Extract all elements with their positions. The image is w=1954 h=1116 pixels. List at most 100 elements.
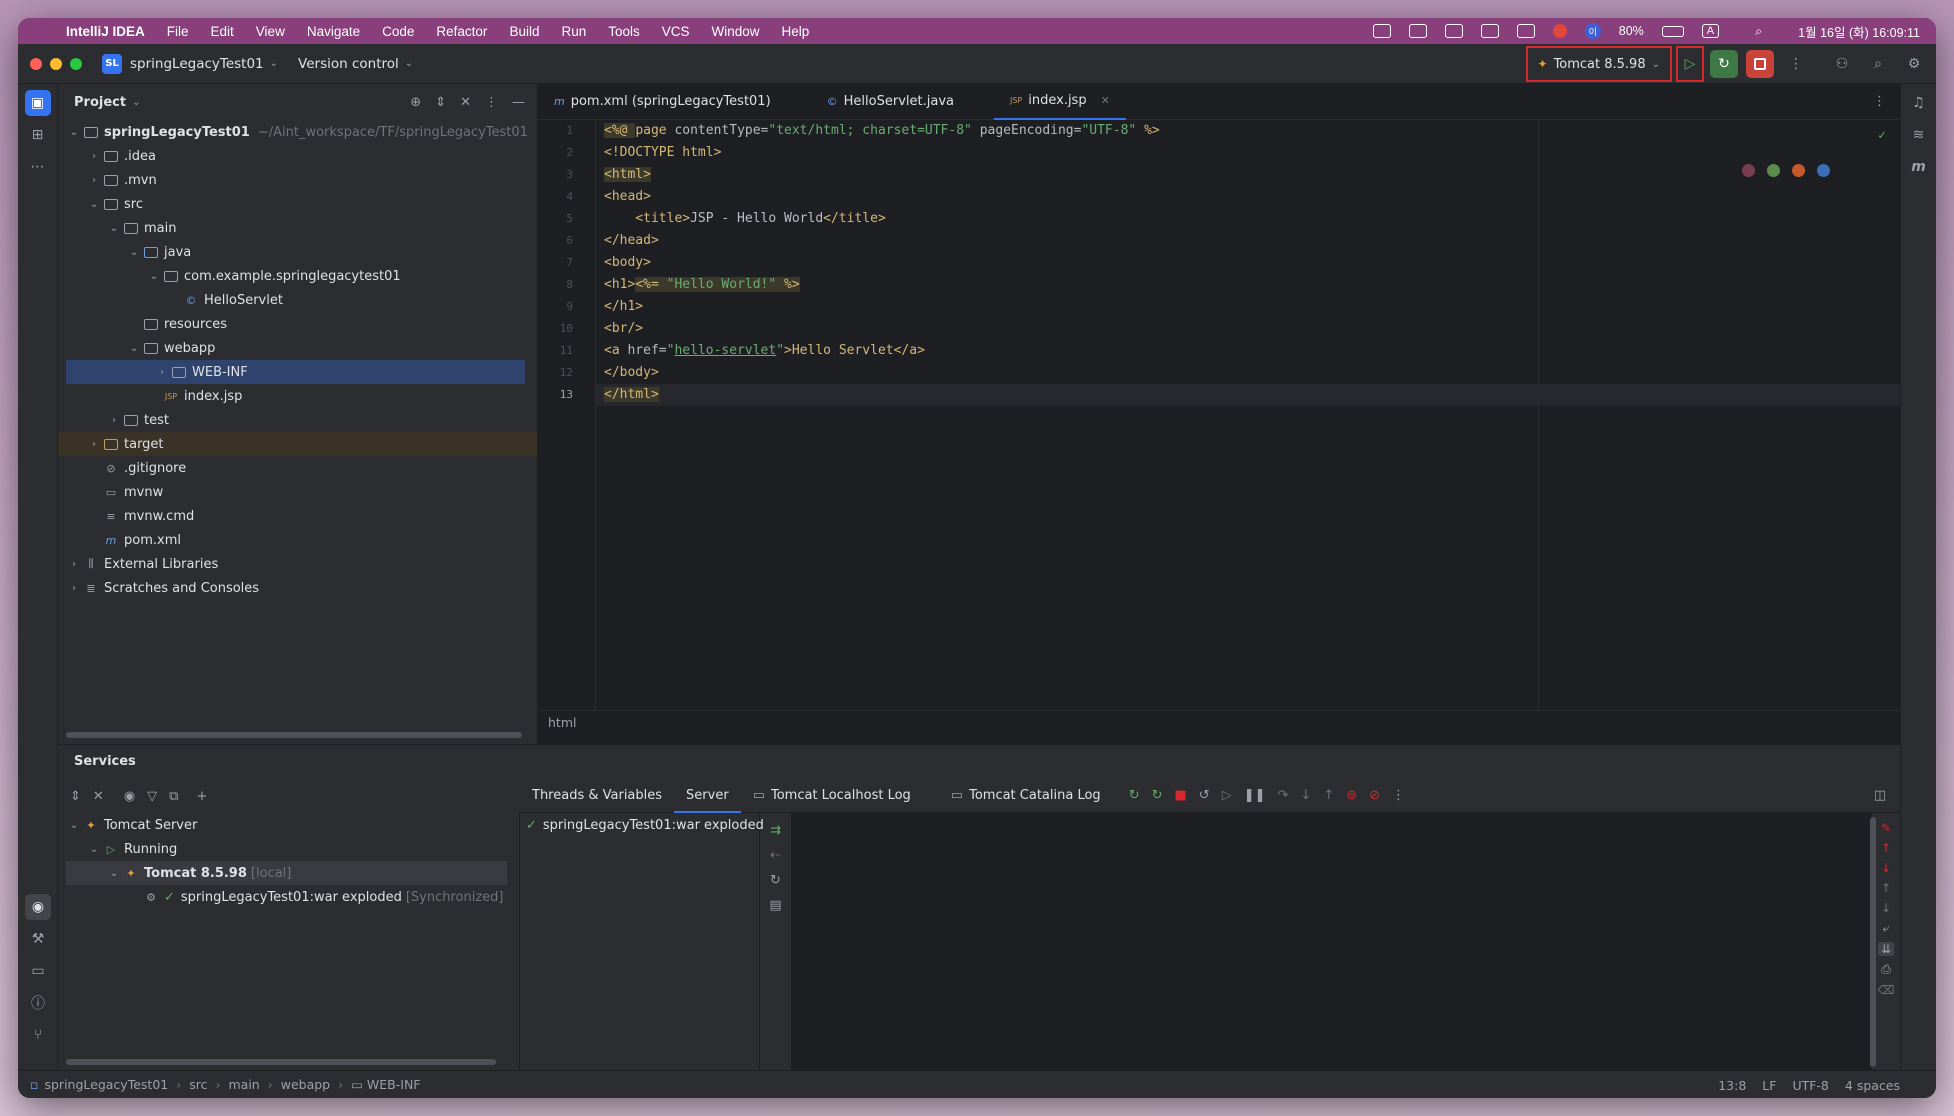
menu-edit[interactable]: Edit bbox=[211, 24, 234, 39]
database-tool-button[interactable]: ≋ bbox=[1906, 122, 1932, 148]
menu-app[interactable]: IntelliJ IDEA bbox=[66, 24, 145, 39]
tab-pom[interactable]: m pom.xml (springLegacyTest01) bbox=[538, 84, 787, 120]
menu-window[interactable]: Window bbox=[712, 24, 760, 39]
cast-icon[interactable] bbox=[1516, 24, 1535, 38]
stop-button[interactable] bbox=[1746, 50, 1774, 78]
tree-item-root[interactable]: ⌄ springLegacyTest01 ~/Aint_workspace/TF… bbox=[58, 120, 537, 144]
chevron-right-icon[interactable]: › bbox=[154, 367, 170, 378]
project-selector[interactable]: springLegacyTest01 bbox=[130, 56, 264, 72]
problems-tool-button[interactable]: ⓘ bbox=[25, 990, 51, 1016]
tree-item-external-libraries[interactable]: › ⫼ External Libraries bbox=[58, 552, 537, 576]
resume-icon[interactable]: ▷ bbox=[1222, 788, 1232, 803]
file-encoding[interactable]: UTF-8 bbox=[1792, 1078, 1828, 1093]
update-app-button[interactable]: ↻ bbox=[1710, 50, 1738, 78]
git-tool-button[interactable]: ⑂ bbox=[25, 1022, 51, 1048]
structure-tool-button[interactable]: ⊞ bbox=[25, 122, 51, 148]
more-tools-button[interactable]: ⋯ bbox=[25, 154, 51, 180]
tree-item-mvnw[interactable]: ▭ mvnw bbox=[58, 480, 537, 504]
print-icon[interactable]: ⎙ bbox=[1881, 962, 1891, 977]
tab-index-jsp[interactable]: JSP index.jsp ✕ bbox=[993, 84, 1126, 120]
tree-item-gitignore[interactable]: ⊘ .gitignore bbox=[58, 456, 537, 480]
tree-item-mvnwcmd[interactable]: ≡ mvnw.cmd bbox=[58, 504, 537, 528]
status-path-4[interactable]: WEB-INF bbox=[367, 1077, 421, 1092]
code-editor[interactable]: 1 2 3 4 5 6 7 8 9 10 11 12 13 <%@ page c… bbox=[538, 120, 1900, 710]
indent-setting[interactable]: 4 spaces bbox=[1845, 1078, 1900, 1093]
build-tool-button[interactable]: ⚒ bbox=[25, 926, 51, 952]
tab-localhost-log[interactable]: ▭ Tomcat Localhost Log bbox=[741, 779, 923, 813]
intellij-browser-icon[interactable] bbox=[1742, 164, 1755, 177]
inspection-ok-icon[interactable]: ✓ bbox=[1878, 128, 1886, 143]
tree-item-webinf[interactable]: › WEB-INF bbox=[66, 360, 525, 384]
terminal-tool-button[interactable]: ▭ bbox=[25, 958, 51, 984]
eye-icon[interactable]: ◉ bbox=[124, 789, 135, 804]
chevron-down-icon[interactable]: ⌄ bbox=[126, 247, 142, 258]
calendar-icon[interactable] bbox=[1408, 24, 1427, 38]
chevron-right-icon[interactable]: › bbox=[66, 583, 82, 594]
project-badge[interactable]: SL bbox=[102, 53, 122, 74]
clear-console-icon[interactable]: ✎ bbox=[1881, 821, 1891, 835]
tree-item-idea[interactable]: › .idea bbox=[58, 144, 537, 168]
refresh-icon[interactable]: ↻ bbox=[770, 873, 781, 888]
caret-position[interactable]: 13:8 bbox=[1718, 1078, 1746, 1093]
tree-item-src[interactable]: ⌄ src bbox=[58, 192, 537, 216]
mute-breakpoints-icon[interactable]: ⊘ bbox=[1369, 788, 1380, 803]
service-artifact[interactable]: ⚙ ✓ springLegacyTest01:war exploded [Syn… bbox=[58, 885, 519, 909]
chrome-icon[interactable] bbox=[1767, 164, 1780, 177]
server-output-console[interactable] bbox=[792, 813, 1872, 1071]
more-vertical-icon[interactable]: ⋮ bbox=[1873, 94, 1886, 109]
run-config-selector[interactable]: ✦ Tomcat 8.5.98 ⌄ bbox=[1525, 46, 1672, 82]
input-source-indicator[interactable]: A bbox=[1701, 24, 1720, 38]
chevron-down-icon[interactable]: ⌄ bbox=[86, 199, 102, 210]
code-link[interactable]: hello-servlet bbox=[674, 343, 776, 358]
chevron-right-icon[interactable]: › bbox=[86, 439, 102, 450]
chevron-right-icon[interactable]: › bbox=[86, 151, 102, 162]
chevron-down-icon[interactable]: ⌄ bbox=[132, 97, 140, 108]
menu-run[interactable]: Run bbox=[561, 24, 586, 39]
tree-item-test[interactable]: › test bbox=[58, 408, 537, 432]
more-vertical-icon[interactable]: ⋮ bbox=[485, 95, 498, 110]
step-out-icon[interactable]: ↑ bbox=[1323, 788, 1334, 803]
breakpoints-icon[interactable]: ⊚ bbox=[1346, 788, 1357, 803]
safari-icon[interactable] bbox=[1817, 164, 1830, 177]
user-badge[interactable]: 이 bbox=[1584, 23, 1601, 39]
chevron-down-icon[interactable]: ⌄ bbox=[106, 868, 122, 879]
scroll-down-icon[interactable]: ↓ bbox=[1881, 901, 1891, 915]
undeploy-icon[interactable]: ⇠ bbox=[770, 848, 781, 863]
chevron-down-icon[interactable]: ⌄ bbox=[66, 820, 82, 831]
minimize-window-button[interactable] bbox=[50, 57, 62, 70]
menu-refactor[interactable]: Refactor bbox=[436, 24, 487, 39]
layout-icon[interactable]: ◫ bbox=[1874, 788, 1886, 803]
more-actions-button[interactable]: ⋮ bbox=[1782, 50, 1810, 78]
chevron-down-icon[interactable]: ⌄ bbox=[106, 223, 122, 234]
tab-threads-variables[interactable]: Threads & Variables bbox=[520, 779, 674, 813]
tree-item-webapp[interactable]: ⌄ webapp bbox=[58, 336, 537, 360]
chevron-down-icon[interactable]: ⌄ bbox=[405, 58, 413, 69]
step-into-icon[interactable]: ↓ bbox=[1300, 788, 1311, 803]
vcs-selector[interactable]: Version control bbox=[298, 56, 399, 72]
soft-wrap-icon[interactable]: ⤶ bbox=[1883, 921, 1890, 936]
chevron-right-icon[interactable]: › bbox=[86, 175, 102, 186]
run-button[interactable]: ▷ bbox=[1676, 46, 1704, 82]
tree-item-resources[interactable]: resources bbox=[58, 312, 537, 336]
clock[interactable]: 1월 16일 (화) 16:09:11 bbox=[1798, 22, 1920, 41]
pause-icon[interactable]: ❚❚ bbox=[1244, 788, 1266, 803]
photos-icon[interactable] bbox=[1372, 24, 1391, 38]
code-with-me-button[interactable]: ⚇ bbox=[1828, 50, 1856, 78]
line-separator[interactable]: LF bbox=[1762, 1078, 1776, 1093]
settings-button[interactable]: ⚙ bbox=[1900, 50, 1928, 78]
close-icon[interactable]: ✕ bbox=[1101, 94, 1110, 107]
menu-file[interactable]: File bbox=[167, 24, 189, 39]
stop-icon[interactable]: ■ bbox=[1175, 788, 1187, 803]
menu-code[interactable]: Code bbox=[382, 24, 414, 39]
menu-tools[interactable]: Tools bbox=[608, 24, 640, 39]
scroll-up-icon[interactable]: ↑ bbox=[1881, 881, 1891, 895]
service-tomcat-instance[interactable]: ⌄ ✦ Tomcat 8.5.98 [local] bbox=[66, 861, 507, 885]
tree-item-pom[interactable]: m pom.xml bbox=[58, 528, 537, 552]
tree-item-main[interactable]: ⌄ main bbox=[58, 216, 537, 240]
status-path-1[interactable]: src bbox=[189, 1077, 207, 1092]
tree-item-target[interactable]: › target bbox=[58, 432, 537, 456]
filter-icon[interactable]: ▽ bbox=[147, 789, 157, 804]
expand-all-icon[interactable]: ⇕ bbox=[70, 789, 81, 804]
search-icon[interactable]: ⌕ bbox=[1755, 24, 1762, 39]
collapse-all-icon[interactable]: ✕ bbox=[460, 95, 471, 110]
